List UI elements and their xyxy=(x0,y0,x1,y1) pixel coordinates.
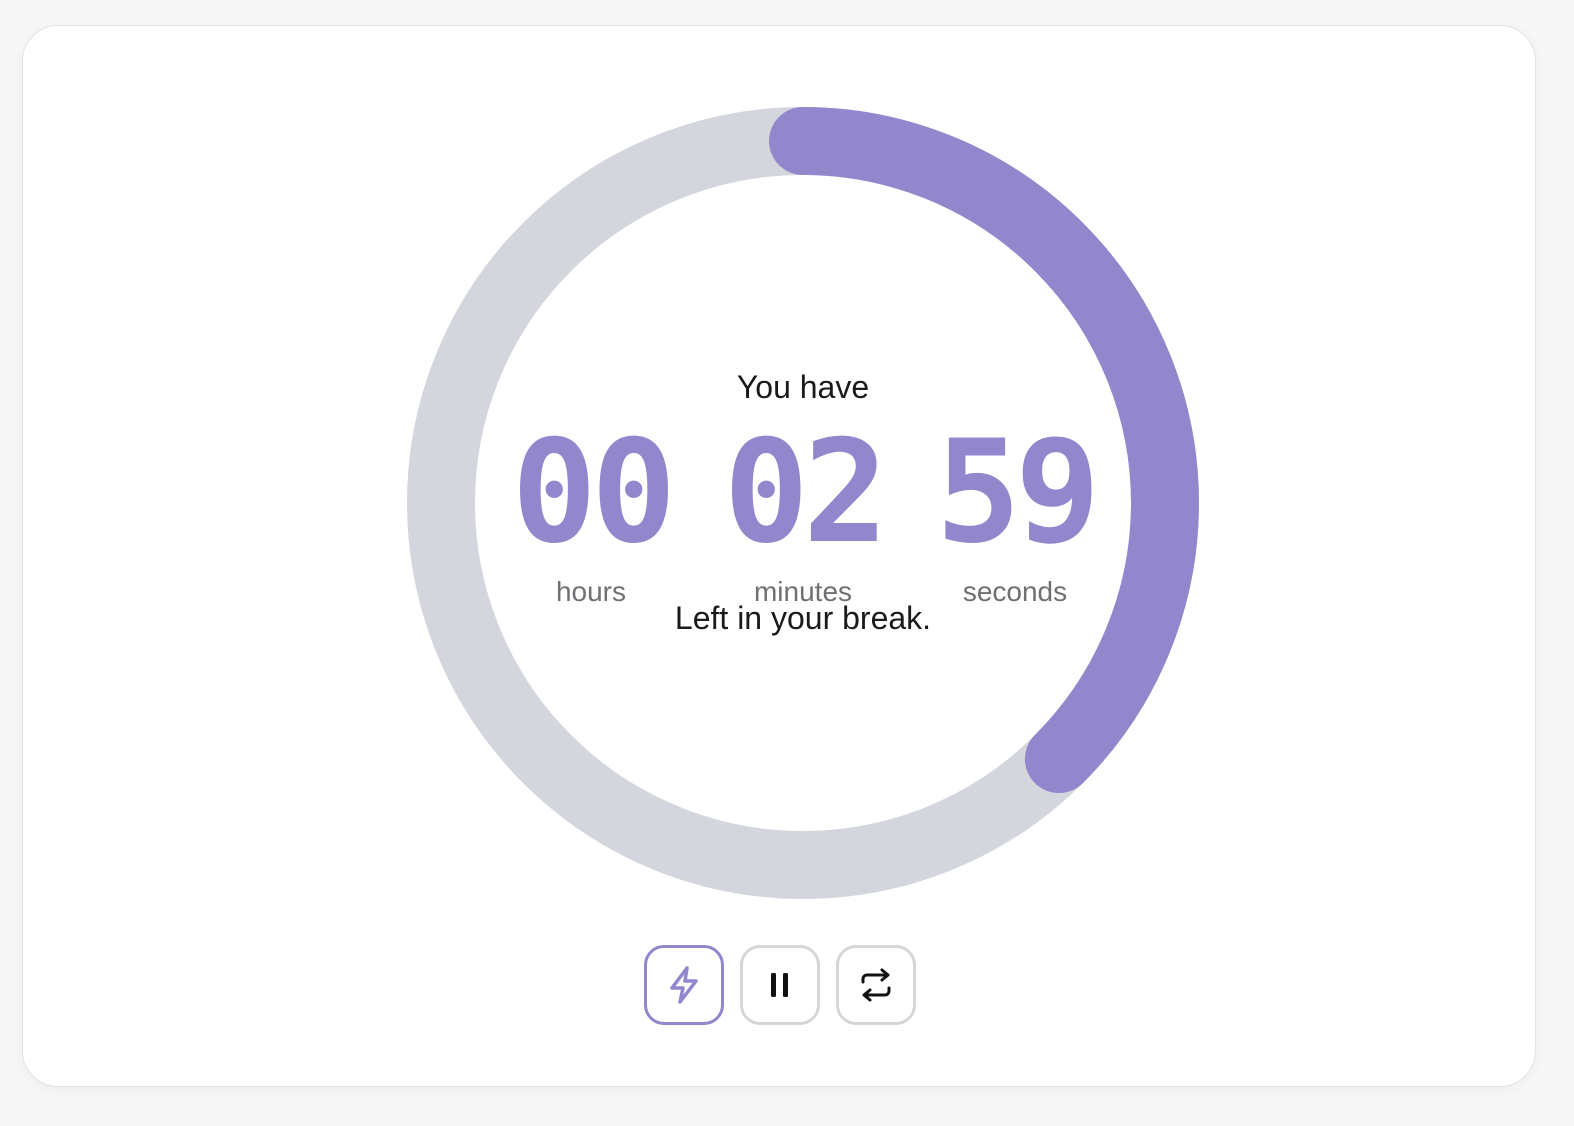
seconds-unit: 59 seconds xyxy=(915,422,1115,608)
timer-controls xyxy=(644,945,916,1025)
timer-card: You have 00 hours 02 minutes 59 seconds … xyxy=(22,25,1536,1087)
minutes-unit: 02 minutes xyxy=(703,422,903,608)
intro-text: You have xyxy=(736,369,870,405)
pause-icon xyxy=(768,971,792,999)
progress-ring: You have 00 hours 02 minutes 59 seconds … xyxy=(407,107,1199,899)
seconds-value: 59 xyxy=(935,410,1101,575)
hours-unit: 00 hours xyxy=(491,422,691,608)
lightning-icon xyxy=(667,966,701,1004)
lightning-button[interactable] xyxy=(644,945,724,1025)
timer-readout: You have 00 hours 02 minutes 59 seconds … xyxy=(407,107,1199,899)
pause-button[interactable] xyxy=(740,945,820,1025)
refresh-icon xyxy=(856,968,896,1002)
outro-text: Left in your break. xyxy=(674,600,932,636)
minutes-value: 02 xyxy=(723,410,889,575)
reset-button[interactable] xyxy=(836,945,916,1025)
hours-value: 00 xyxy=(511,410,677,575)
